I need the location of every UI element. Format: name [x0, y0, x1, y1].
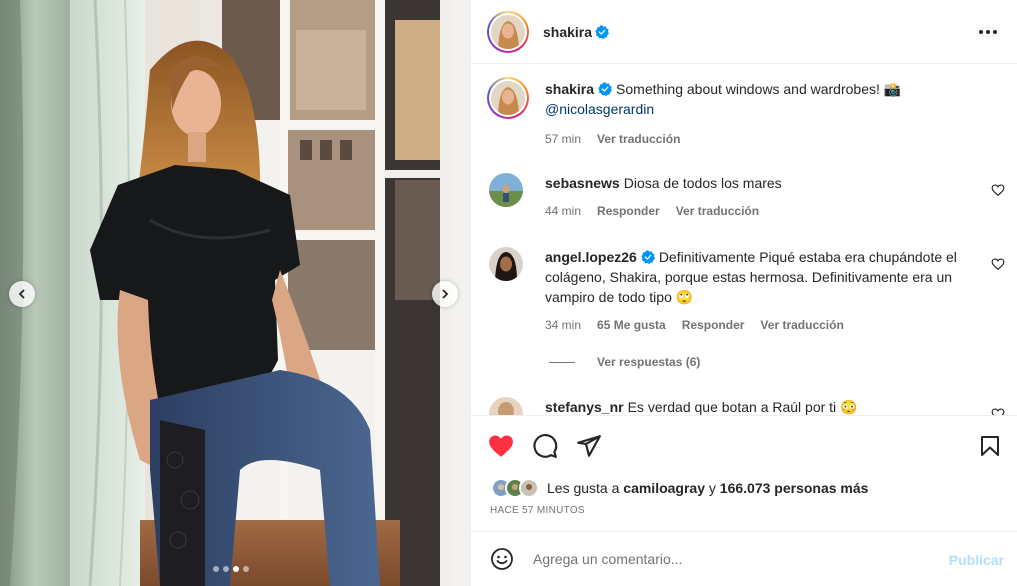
carousel-dot: [243, 566, 249, 572]
post-photo[interactable]: [0, 0, 470, 586]
emoji-smile-icon: [491, 548, 513, 570]
post-actions: Les gusta a camiloagray y 166.073 person…: [471, 415, 1017, 531]
comment-text: stefanys_nr Es verdad que botan a Raúl po…: [545, 397, 985, 415]
likes-others[interactable]: 166.073 personas más: [720, 480, 869, 496]
caption-body: Something about windows and wardrobes! 📸: [616, 81, 902, 97]
liker-avatars: [491, 478, 539, 498]
verified-badge-icon: [595, 24, 610, 39]
caption-mention-link[interactable]: @nicolasgerardin: [545, 101, 654, 117]
caption-username[interactable]: shakira: [545, 81, 594, 97]
comment-bubble-icon: [533, 434, 558, 458]
comments-list[interactable]: shakira Something about windows and ward…: [471, 65, 1017, 415]
add-comment-bar: Publicar: [471, 531, 1017, 586]
avatar-image: [489, 173, 523, 207]
commenter-avatar[interactable]: [489, 247, 523, 281]
chevron-left-icon: [18, 289, 25, 299]
commenter-avatar[interactable]: [489, 173, 523, 207]
comment-body: Es verdad que botan a Raúl por ti 😳: [627, 399, 858, 415]
caption-translate-button[interactable]: Ver traducción: [597, 132, 680, 146]
carousel-dots: [213, 566, 249, 572]
heart-filled-icon: [489, 435, 513, 457]
post-image: [0, 0, 470, 586]
like-button[interactable]: [487, 432, 515, 460]
caption-meta: 57 min Ver traducción: [545, 132, 680, 146]
comment-time: 44 min: [545, 204, 582, 218]
emoji-button[interactable]: [489, 546, 515, 572]
comment-meta: 44 min Responder Ver traducción: [545, 204, 759, 218]
avatar-image: [491, 14, 525, 49]
likes-user[interactable]: camiloagray: [623, 480, 705, 496]
comment-like-heart-icon[interactable]: [991, 407, 1005, 415]
likes-summary[interactable]: Les gusta a camiloagray y 166.073 person…: [491, 478, 868, 498]
likes-joiner: y: [708, 480, 716, 496]
avatar-image: [489, 247, 523, 281]
comment-likes-count[interactable]: 65 Me gusta: [597, 318, 666, 332]
post-timestamp[interactable]: HACE 57 MINUTOS: [490, 505, 585, 516]
publish-button[interactable]: Publicar: [949, 552, 1004, 568]
save-button[interactable]: [976, 432, 1004, 460]
translate-button[interactable]: Ver traducción: [676, 204, 759, 218]
comment-button[interactable]: [531, 432, 559, 460]
comment-like-heart-icon[interactable]: [991, 183, 1005, 197]
verified-badge-icon: [598, 82, 613, 96]
avatar-image: [491, 81, 525, 115]
likes-prefix: Les gusta a: [547, 480, 620, 496]
comment-time: 34 min: [545, 318, 582, 332]
carousel-next-button[interactable]: [432, 281, 458, 307]
view-replies-button[interactable]: Ver respuestas (6): [549, 355, 700, 369]
reply-button[interactable]: Responder: [682, 318, 745, 332]
share-button[interactable]: [575, 432, 603, 460]
liker-avatar: [519, 478, 539, 498]
bookmark-icon: [981, 436, 999, 456]
commenter-username[interactable]: stefanys_nr: [545, 399, 624, 415]
author-avatar[interactable]: [487, 10, 529, 53]
paper-plane-icon: [577, 435, 601, 457]
commenter-username[interactable]: sebasnews: [545, 175, 620, 191]
commenter-username[interactable]: angel.lopez26: [545, 249, 637, 265]
carousel-dot: [233, 566, 239, 572]
reply-button[interactable]: Responder: [597, 204, 660, 218]
caption-text: shakira Something about windows and ward…: [545, 79, 985, 119]
view-replies-label: Ver respuestas (6): [597, 355, 701, 369]
verified-badge-icon: [641, 250, 655, 264]
commenter-avatar[interactable]: [489, 397, 523, 415]
caption-time: 57 min: [545, 132, 582, 146]
comment-text: angel.lopez26 Definitivamente Piqué esta…: [545, 247, 985, 307]
carousel-prev-button[interactable]: [9, 281, 35, 307]
comment-text: sebasnews Diosa de todos los mares: [545, 173, 985, 193]
more-horizontal-icon: [979, 30, 997, 34]
chevron-right-icon: [442, 289, 449, 299]
comment-body: Diosa de todos los mares: [623, 175, 782, 191]
caption-avatar[interactable]: [487, 77, 529, 119]
carousel-dot: [223, 566, 229, 572]
post-header: shakira: [471, 0, 1017, 64]
translate-button[interactable]: Ver traducción: [760, 318, 843, 332]
replies-divider: [549, 361, 575, 363]
comment-like-heart-icon[interactable]: [991, 257, 1005, 271]
post-info-panel: shakira shakira Something about windows …: [470, 0, 1017, 586]
comment-meta: 34 min 65 Me gusta Responder Ver traducc…: [545, 318, 844, 332]
author-username[interactable]: shakira: [543, 24, 592, 40]
comment-input[interactable]: [533, 551, 913, 567]
carousel-dot: [213, 566, 219, 572]
more-options-button[interactable]: [976, 22, 1000, 42]
avatar-image: [489, 397, 523, 415]
